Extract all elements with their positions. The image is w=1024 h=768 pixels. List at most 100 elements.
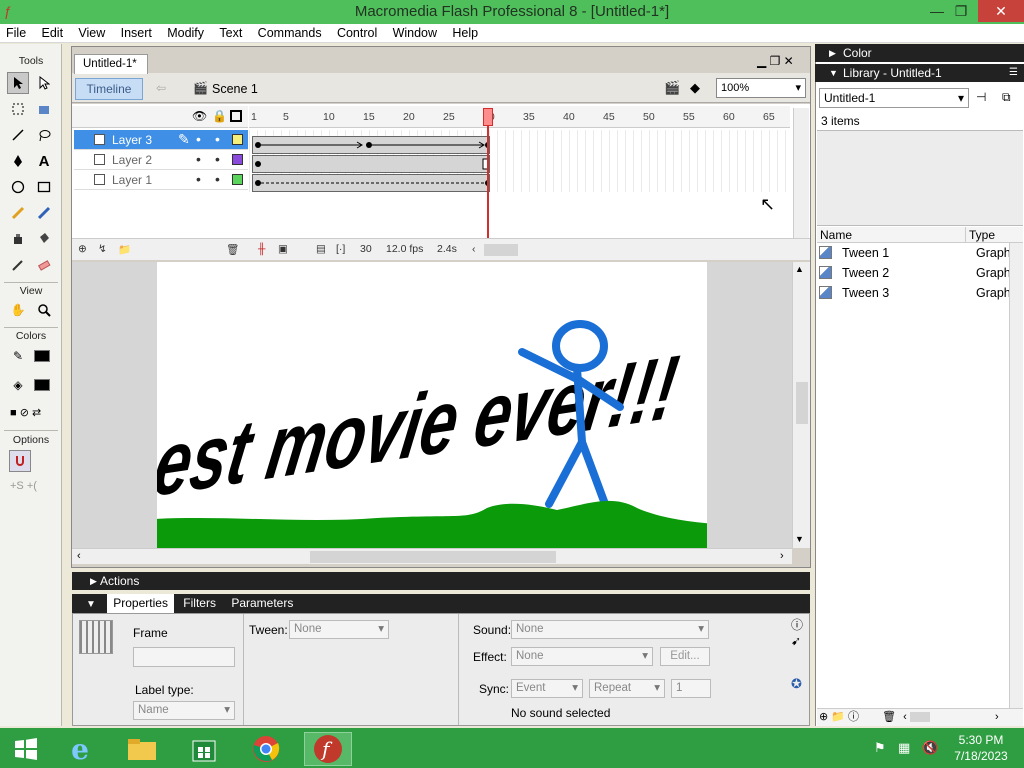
- outline-icon[interactable]: [230, 110, 242, 122]
- properties-icon[interactable]: ⓘ: [848, 711, 859, 723]
- swap-colors-icon[interactable]: ■ ⊘ ⇄: [10, 406, 41, 419]
- actions-panel-header[interactable]: ▶ Actions: [72, 572, 810, 590]
- menu-window[interactable]: Window: [387, 24, 443, 43]
- menu-file[interactable]: File: [0, 24, 32, 43]
- show-hide-eye-icon[interactable]: 👁: [192, 109, 207, 123]
- network-icon[interactable]: ▦: [898, 740, 910, 756]
- delete-icon[interactable]: 🗑: [882, 711, 896, 723]
- menu-help[interactable]: Help: [446, 24, 484, 43]
- edit-sound-button[interactable]: Edit...: [660, 647, 710, 666]
- label-type-select[interactable]: Name: [133, 701, 235, 720]
- new-symbol-icon[interactable]: ⊕: [819, 711, 828, 723]
- document-tab[interactable]: Untitled-1*: [74, 54, 148, 74]
- internet-explorer-icon[interactable]: e: [56, 732, 104, 766]
- new-library-panel-icon[interactable]: ⧉: [1002, 90, 1011, 105]
- timeline-vscroll[interactable]: [793, 108, 809, 238]
- tween-span-layer1[interactable]: [252, 174, 490, 192]
- layer-row[interactable]: Layer 3 ✎ • •: [74, 130, 248, 150]
- effect-select[interactable]: None: [511, 647, 653, 666]
- layer-row[interactable]: Layer 2 • •: [74, 150, 248, 170]
- snap-magnet-icon[interactable]: [9, 450, 31, 472]
- smooth-straighten-icon[interactable]: +S +(: [10, 480, 37, 492]
- pencil-tool-icon[interactable]: [7, 202, 29, 224]
- stroke-color-icon[interactable]: ✎: [7, 345, 29, 367]
- stage-vscroll-thumb[interactable]: [796, 382, 808, 424]
- lock-dot[interactable]: •: [215, 170, 220, 188]
- stroke-color-swatch[interactable]: [34, 350, 50, 362]
- ink-bottle-tool-icon[interactable]: [7, 228, 29, 250]
- zoom-tool-icon[interactable]: [33, 299, 55, 321]
- scroll-left-icon[interactable]: ‹: [903, 711, 907, 723]
- library-item[interactable]: Tween 2 Graph: [819, 263, 1011, 283]
- paint-bucket-tool-icon[interactable]: [33, 228, 55, 250]
- col-type[interactable]: Type: [965, 227, 995, 243]
- tab-properties[interactable]: Properties: [107, 594, 174, 613]
- back-arrow-icon[interactable]: ⇦: [156, 81, 166, 95]
- scene-label[interactable]: Scene 1: [212, 82, 258, 96]
- file-explorer-icon[interactable]: [118, 732, 166, 766]
- fill-transform-tool-icon[interactable]: [33, 98, 55, 120]
- chrome-icon[interactable]: [242, 732, 290, 766]
- stage-canvas[interactable]: best movie ever!!!: [157, 262, 707, 548]
- library-hscroll-thumb[interactable]: [909, 712, 930, 723]
- oval-tool-icon[interactable]: [7, 176, 29, 198]
- visibility-dot[interactable]: •: [196, 170, 201, 188]
- help-icon[interactable]: ⓘ: [791, 616, 803, 633]
- menu-commands[interactable]: Commands: [252, 24, 328, 43]
- tween-select[interactable]: None: [289, 620, 389, 639]
- modify-onion-markers-icon[interactable]: [·]: [336, 243, 345, 255]
- menu-modify[interactable]: Modify: [161, 24, 210, 43]
- timeline-hscroll-thumb[interactable]: [484, 244, 518, 256]
- add-motion-guide-icon[interactable]: ↯: [98, 243, 107, 255]
- layer-color-swatch[interactable]: [232, 154, 243, 165]
- repeat-count-input[interactable]: 1: [671, 679, 711, 698]
- pen-tool-icon[interactable]: [7, 150, 29, 172]
- layer-color-swatch[interactable]: [232, 134, 243, 145]
- accessibility-icon[interactable]: ✪: [791, 676, 802, 692]
- system-clock[interactable]: 5:30 PM 7/18/2023: [946, 732, 1016, 764]
- close-button[interactable]: ✕: [978, 0, 1024, 22]
- eyedropper-tool-icon[interactable]: [7, 254, 29, 276]
- library-document-select[interactable]: Untitled-1 ▾: [819, 88, 969, 108]
- tab-filters[interactable]: Filters: [177, 594, 222, 613]
- lock-dot[interactable]: •: [215, 130, 220, 148]
- delete-layer-icon[interactable]: 🗑: [226, 243, 239, 256]
- subselection-tool-icon[interactable]: [33, 72, 55, 94]
- lock-icon[interactable]: 🔒: [212, 109, 227, 123]
- frame-label-input[interactable]: [133, 647, 235, 667]
- playhead-handle[interactable]: [483, 108, 493, 126]
- edit-symbols-icon[interactable]: ◆: [690, 80, 700, 96]
- sound-select[interactable]: None: [511, 620, 709, 639]
- selection-tool-icon[interactable]: [7, 72, 29, 94]
- visibility-dot[interactable]: •: [196, 130, 201, 148]
- pin-library-icon[interactable]: ⊣: [976, 90, 986, 104]
- scroll-right-icon[interactable]: ›: [995, 711, 999, 723]
- stage-hscroll[interactable]: ‹ ›: [72, 548, 792, 564]
- center-frame-icon[interactable]: ╫: [258, 243, 265, 255]
- brush-tool-icon[interactable]: [33, 202, 55, 224]
- repeat-select[interactable]: Repeat: [589, 679, 665, 698]
- edit-scene-icon[interactable]: 🎬: [664, 80, 680, 96]
- library-panel-header[interactable]: ▼ Library - Untitled-1 ☰: [815, 64, 1024, 82]
- frame-span-layer2[interactable]: [252, 155, 490, 173]
- library-vscroll[interactable]: [1009, 243, 1023, 708]
- volume-muted-icon[interactable]: 🔇: [922, 740, 938, 756]
- menu-control[interactable]: Control: [331, 24, 383, 43]
- tween-span-layer3[interactable]: [252, 136, 490, 154]
- doc-window-controls[interactable]: ▁ ❐ ✕: [757, 54, 794, 68]
- edit-actionscript-icon[interactable]: ➹: [791, 634, 801, 648]
- timeline-hscroll-left-icon[interactable]: ‹: [472, 243, 476, 255]
- action-center-flag-icon[interactable]: ⚑: [874, 740, 886, 756]
- fill-color-icon[interactable]: ◈: [7, 374, 29, 396]
- library-item[interactable]: Tween 3 Graph: [819, 283, 1011, 303]
- fill-color-swatch[interactable]: [34, 379, 50, 391]
- rectangle-tool-icon[interactable]: [33, 176, 55, 198]
- col-name[interactable]: Name: [820, 227, 852, 243]
- frame-ruler[interactable]: 1 5 10 15 20 25 30 35 40 45 50 55 60 65: [249, 106, 790, 128]
- edit-multiple-frames-icon[interactable]: ▤: [316, 243, 326, 255]
- add-folder-icon[interactable]: 📁: [118, 243, 131, 256]
- store-icon[interactable]: [180, 732, 228, 766]
- free-transform-tool-icon[interactable]: [7, 98, 29, 120]
- line-tool-icon[interactable]: [7, 124, 29, 146]
- color-panel-header[interactable]: ▶ Color: [815, 44, 1024, 62]
